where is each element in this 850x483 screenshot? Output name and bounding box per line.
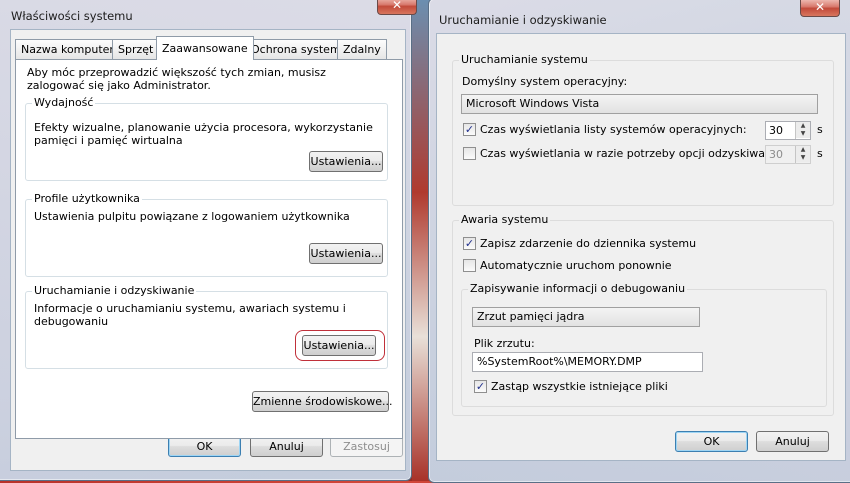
recovery-time-spinner[interactable]: 30 ▲ ▼ — [765, 145, 811, 164]
ok-button[interactable]: OK — [675, 431, 748, 452]
close-button[interactable]: ✕ — [377, 0, 417, 15]
tab-remote[interactable]: Zdalny — [337, 39, 387, 60]
close-icon: ✕ — [391, 0, 403, 12]
title-bar[interactable]: Uruchamianie i odzyskiwanie ✕ — [429, 0, 850, 29]
default-os-label: Domyślny system operacyjny: — [462, 75, 628, 88]
overwrite-label: Zastąp wszystkie istniejące pliki — [491, 380, 668, 393]
recovery-time-unit: s — [817, 147, 823, 160]
dialog-client-area: Uruchamianie systemu Domyślny system ope… — [436, 33, 846, 461]
write-event-label: Zapisz zdarzenie do dziennika systemu — [480, 237, 697, 250]
overwrite-checkbox[interactable]: ✓ — [474, 380, 487, 393]
startup-recovery-window: Uruchamianie i odzyskiwanie ✕ Uruchamian… — [428, 0, 850, 483]
spin-up-icon[interactable]: ▲ — [796, 146, 810, 154]
performance-group: Wydajność Efekty wizualne, planowanie uż… — [25, 96, 388, 181]
auto-restart-checkbox[interactable] — [463, 259, 476, 272]
os-list-time-checkbox[interactable]: ✓ — [463, 123, 476, 136]
recovery-time-checkbox[interactable] — [463, 147, 476, 160]
write-event-checkbox[interactable]: ✓ — [463, 237, 476, 250]
environment-variables-button[interactable]: Zmienne środowiskowe... — [252, 391, 392, 412]
user-profiles-group: Profile użytkownika Ustawienia pulpitu p… — [25, 192, 388, 277]
default-os-dropdown[interactable]: Microsoft Windows Vista — [461, 94, 818, 114]
spinner-buttons[interactable]: ▲ ▼ — [795, 122, 810, 139]
startup-recovery-group-label: Uruchamianie i odzyskiwanie — [32, 284, 197, 297]
tab-hardware[interactable]: Sprzęt — [112, 39, 160, 60]
tab-computer-name[interactable]: Nazwa komputera — [15, 39, 127, 60]
cancel-button[interactable]: Anuluj — [756, 431, 829, 452]
close-button[interactable]: ✕ — [800, 0, 840, 17]
os-list-time-value: 30 — [769, 124, 783, 137]
os-list-time-unit: s — [817, 123, 823, 136]
user-profiles-group-label: Profile użytkownika — [32, 192, 142, 205]
spin-down-icon[interactable]: ▼ — [796, 154, 810, 162]
os-list-time-label: Czas wyświetlania listy systemów operacy… — [480, 123, 747, 136]
dump-file-input[interactable]: %SystemRoot%\MEMORY.DMP — [472, 352, 703, 372]
recovery-time-label: Czas wyświetlania w razie potrzeby opcji… — [480, 147, 786, 160]
debug-info-group: Zapisywanie informacji o debugowaniu Zrz… — [461, 282, 827, 407]
system-failure-group-label: Awaria systemu — [459, 213, 551, 226]
dialog-client-area: Nazwa komputera Sprzęt Zaawansowane Ochr… — [10, 29, 406, 471]
system-properties-window: Właściwości systemu ✕ Nazwa komputera Sp… — [0, 0, 417, 481]
system-startup-group: Uruchamianie systemu Domyślny system ope… — [452, 53, 834, 206]
performance-settings-button[interactable]: Ustawienia... — [309, 151, 383, 172]
title-bar[interactable]: Właściwości systemu ✕ — [0, 0, 417, 27]
dump-file-label: Plik zrzutu: — [474, 337, 535, 350]
window-title: Uruchamianie i odzyskiwanie — [439, 13, 607, 27]
spin-up-icon[interactable]: ▲ — [796, 122, 810, 130]
performance-group-label: Wydajność — [32, 96, 96, 109]
spin-down-icon[interactable]: ▼ — [796, 130, 810, 138]
os-list-time-spinner[interactable]: 30 ▲ ▼ — [765, 121, 811, 140]
startup-recovery-settings-button[interactable]: Ustawienia... — [302, 335, 376, 356]
startup-recovery-description: Informacje o uruchamianiu systemu, awari… — [34, 302, 346, 328]
startup-recovery-group: Uruchamianie i odzyskiwanie Informacje o… — [25, 284, 388, 369]
cancel-button[interactable]: Anuluj — [250, 436, 323, 457]
spinner-buttons[interactable]: ▲ ▼ — [795, 146, 810, 163]
auto-restart-label: Automatycznie uruchom ponownie — [480, 259, 672, 272]
ok-button[interactable]: OK — [168, 436, 241, 457]
recovery-time-value: 30 — [769, 148, 783, 161]
user-profiles-description: Ustawienia pulpitu powiązane z logowanie… — [34, 210, 350, 223]
tab-advanced[interactable]: Zaawansowane — [156, 36, 254, 60]
admin-notice: Aby móc przeprowadzić większość tych zmi… — [27, 66, 326, 92]
close-icon: ✕ — [814, 0, 826, 14]
dump-type-dropdown[interactable]: Zrzut pamięci jądra — [472, 307, 700, 327]
user-profiles-settings-button[interactable]: Ustawienia... — [309, 243, 383, 264]
advanced-tab-panel: Aby móc przeprowadzić większość tych zmi… — [15, 59, 403, 439]
debug-info-group-label: Zapisywanie informacji o debugowaniu — [468, 282, 688, 295]
window-title: Właściwości systemu — [11, 9, 133, 23]
apply-button[interactable]: Zastosuj — [330, 436, 403, 457]
performance-description: Efekty wizualne, planowanie użycia proce… — [34, 121, 373, 147]
system-failure-group: Awaria systemu ✓ Zapisz zdarzenie do dzi… — [452, 213, 834, 416]
system-startup-group-label: Uruchamianie systemu — [459, 53, 590, 66]
